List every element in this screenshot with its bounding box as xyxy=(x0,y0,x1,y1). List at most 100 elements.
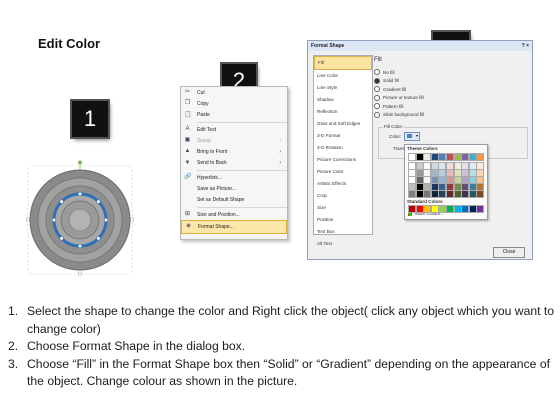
format-shape-dialog: Format Shape ? × Fill Line Color Line Styl… xyxy=(307,40,533,260)
category-alt-text[interactable]: Alt Text xyxy=(314,238,372,250)
menu-item-label: Bring to Front xyxy=(197,149,228,156)
chevron-down-icon: ▾ xyxy=(415,133,418,138)
edit-text-icon: A xyxy=(185,125,190,132)
category-fill[interactable]: Fill xyxy=(314,56,372,70)
menu-item-bring-to-front[interactable]: ▲ Bring to Front › xyxy=(181,146,287,157)
dialog-help-close-icon[interactable]: ? × xyxy=(522,41,529,51)
category-size[interactable]: Size xyxy=(314,202,372,214)
category-3-d-format[interactable]: 3-D Format xyxy=(314,130,372,142)
menu-separator xyxy=(197,206,287,208)
fill-option-pattern-fill[interactable]: Pattern fill xyxy=(374,102,424,111)
category-3-d-rotation[interactable]: 3-D Rotation xyxy=(314,142,372,154)
fill-heading: Fill xyxy=(374,57,382,63)
color-dropdown-button[interactable]: ▾ xyxy=(404,132,420,141)
fill-option-label: Gradient fill xyxy=(383,86,407,92)
category-artistic-effects[interactable]: Artistic Effects xyxy=(314,178,372,190)
fill-option-label: Pattern fill xyxy=(383,103,404,109)
step-number: 2. xyxy=(8,339,19,354)
submenu-arrow-icon: › xyxy=(279,137,281,144)
instructions: 1. Select the shape to change the color a… xyxy=(8,303,556,391)
step-text: Choose “Fill” in the Format Shape box th… xyxy=(27,356,551,389)
theme-color-swatch[interactable] xyxy=(476,190,485,198)
menu-item-label: Set as Default Shape xyxy=(197,197,245,204)
radio-button[interactable] xyxy=(374,94,380,101)
step-number: 1. xyxy=(8,304,19,318)
size-position-icon: ⊞ xyxy=(184,210,191,217)
menu-item-label: Copy xyxy=(197,100,209,107)
category-picture-corrections[interactable]: Picture Corrections xyxy=(314,154,372,166)
category-line-style[interactable]: Line Style xyxy=(314,82,372,94)
menu-item-send-to-back[interactable]: ▼ Send to Back › xyxy=(181,158,287,169)
menu-separator xyxy=(197,170,287,172)
bring-front-icon: ▲ xyxy=(184,148,191,155)
fill-option-solid-fill[interactable]: Solid fill xyxy=(374,77,424,86)
category-position[interactable]: Position xyxy=(314,214,372,226)
category-line-color[interactable]: Line Color xyxy=(314,70,372,82)
instruction-step: 3. Choose “Fill” in the Format Shape box … xyxy=(8,356,556,391)
menu-item-label: Cut xyxy=(197,89,205,96)
dialog-titlebar: Format Shape ? × xyxy=(308,41,532,51)
theme-colors-label: Theme Colors xyxy=(407,146,438,151)
category-reflection[interactable]: Reflection xyxy=(314,106,372,118)
submenu-arrow-icon: › xyxy=(279,160,281,167)
menu-item-set-as-default-shape[interactable]: Set as Default Shape xyxy=(181,195,287,206)
copy-icon: ❐ xyxy=(184,100,191,107)
fill-color-group-label: Fill Color xyxy=(383,124,404,129)
category-shadow[interactable]: Shadow xyxy=(314,94,372,106)
category-list: Fill Line Color Line Style Shadow Reflection… xyxy=(313,55,373,246)
radio-button[interactable] xyxy=(374,69,380,76)
standard-colors-label: Standard Colors xyxy=(407,199,443,204)
color-label: Color: xyxy=(389,134,402,139)
radio-button[interactable] xyxy=(374,86,380,93)
paint-bucket-icon xyxy=(407,134,412,138)
color-picker-popup: Theme Colors Standard Colors More Colors… xyxy=(404,144,488,220)
menu-item-format-shape[interactable]: ◈ Format Shape... xyxy=(181,220,287,234)
menu-item-copy[interactable]: ❐ Copy xyxy=(181,98,287,109)
menu-item-size-and-position[interactable]: ⊞ Size and Position... xyxy=(181,209,287,220)
menu-item-edit-text[interactable]: A Edit Text xyxy=(181,124,287,135)
category-crop[interactable]: Crop xyxy=(314,190,372,202)
selected-shape[interactable] xyxy=(26,160,136,278)
instruction-step: 2. Choose Format Shape in the dialog box. xyxy=(8,338,556,356)
menu-item-label: Format Shape... xyxy=(198,223,234,230)
menu-item-label: Edit Text xyxy=(197,126,217,133)
hyperlink-icon: 🔗 xyxy=(184,174,192,181)
standard-color-swatch[interactable] xyxy=(476,205,485,213)
fill-option-no-fill[interactable]: No fill xyxy=(374,68,424,77)
radio-button[interactable] xyxy=(374,103,380,110)
fill-option-slide-background-fill[interactable]: Slide background fill xyxy=(374,111,424,120)
submenu-arrow-icon: › xyxy=(279,149,281,156)
close-button[interactable]: Close xyxy=(493,247,525,258)
cut-icon: ✂ xyxy=(184,89,191,95)
fill-option-label: No fill xyxy=(383,69,395,75)
radio-button[interactable] xyxy=(374,77,380,84)
theme-color-swatch[interactable] xyxy=(476,153,485,161)
paste-icon: 📋 xyxy=(184,111,192,118)
menu-item-save-as-picture[interactable]: Save as Picture... xyxy=(181,183,287,194)
fill-options: No fill Solid fill Gradient fill Picture or… xyxy=(374,68,424,119)
menu-item-cut[interactable]: ✂ Cut xyxy=(181,87,287,98)
fill-option-label: Solid fill xyxy=(383,78,399,84)
category-glow-and-soft-edges[interactable]: Glow and Soft Edges xyxy=(314,118,372,130)
menu-separator xyxy=(197,121,287,123)
menu-item-group[interactable]: ▣ Group › xyxy=(181,135,287,146)
radio-button[interactable] xyxy=(374,111,380,118)
menu-item-label: Send to Back xyxy=(197,160,227,167)
category-text-box[interactable]: Text Box xyxy=(314,226,372,238)
fill-option-picture-or-texture-fill[interactable]: Picture or texture fill xyxy=(374,94,424,103)
menu-item-label: Group xyxy=(197,137,211,144)
menu-item-label: Paste xyxy=(197,112,210,119)
category-picture-color[interactable]: Picture Color xyxy=(314,166,372,178)
context-menu: ✂ Cut ❐ Copy 📋 Paste A Edit Text ▣ Group › ▲ Bring t… xyxy=(180,86,288,240)
step-badge-1: 1 xyxy=(72,101,108,137)
step-text: Choose Format Shape in the dialog box. xyxy=(27,339,246,354)
fill-option-gradient-fill[interactable]: Gradient fill xyxy=(374,85,424,94)
dialog-title: Format Shape xyxy=(311,43,345,49)
send-back-icon: ▼ xyxy=(184,159,191,166)
instruction-step: 1. Select the shape to change the color a… xyxy=(8,303,556,338)
menu-item-paste[interactable]: 📋 Paste xyxy=(181,110,287,121)
fill-option-label: Slide background fill xyxy=(383,112,425,118)
fill-option-label: Picture or texture fill xyxy=(383,95,424,101)
menu-item-hyperlink[interactable]: 🔗 Hyperlink... xyxy=(181,172,287,183)
step-number: 3. xyxy=(8,356,19,371)
